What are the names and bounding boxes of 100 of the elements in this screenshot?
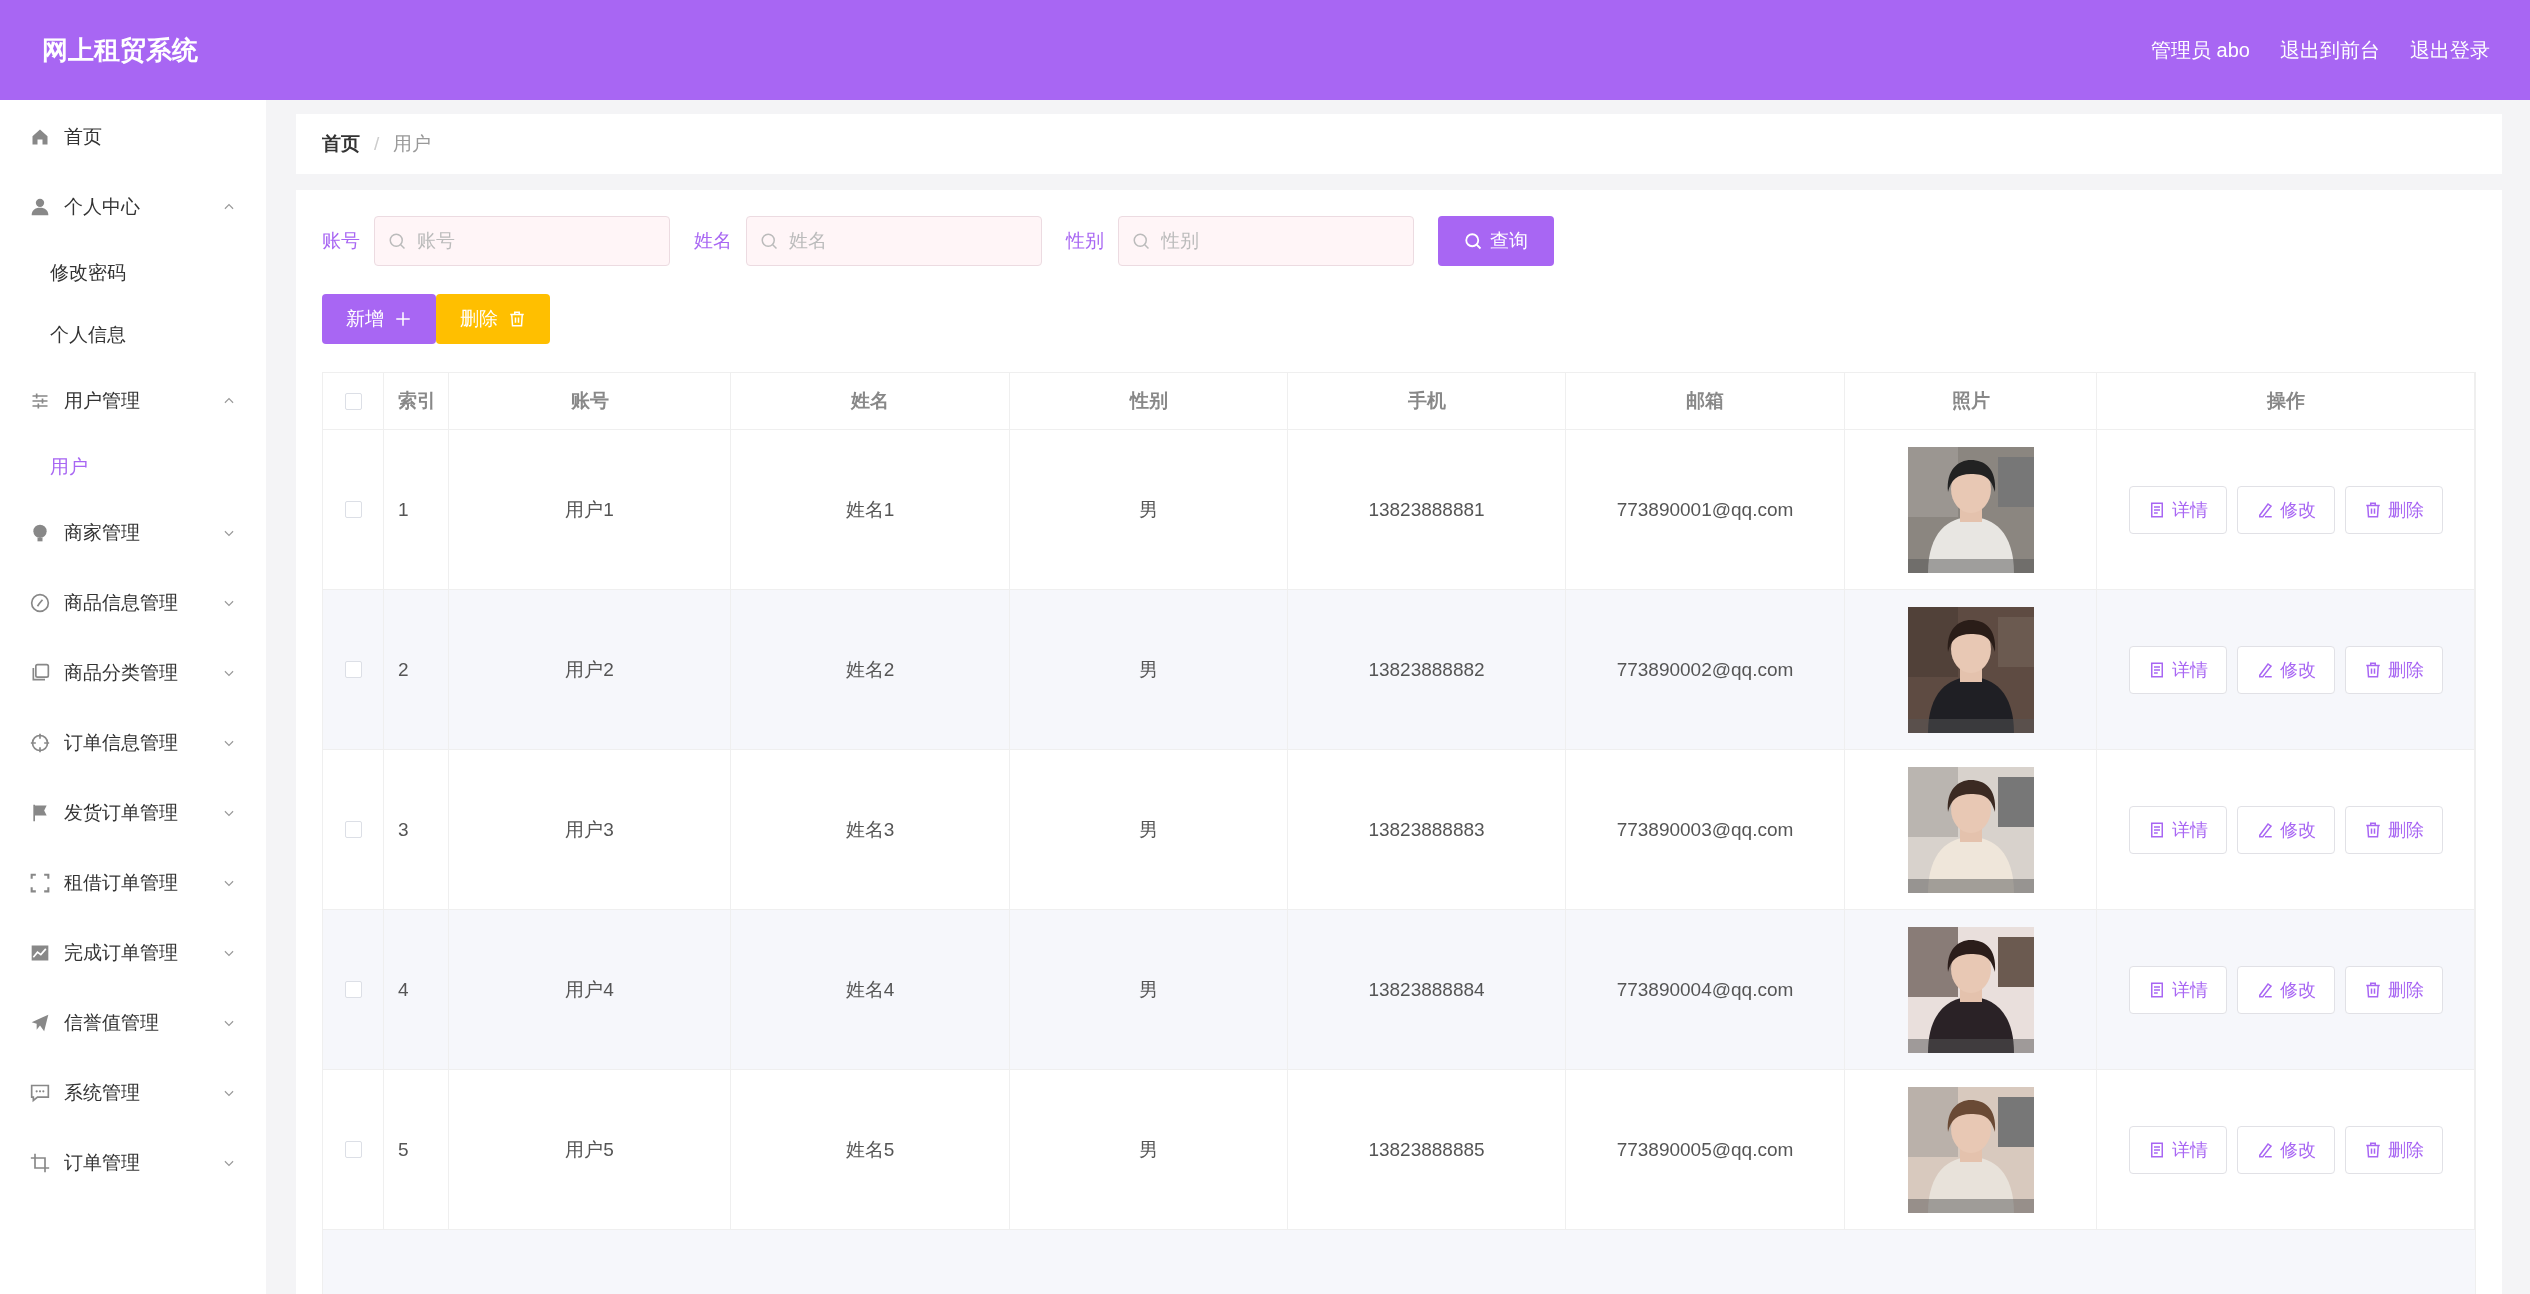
menu-item[interactable]: 租借订单管理: [0, 848, 266, 918]
menu-item[interactable]: 订单管理: [0, 1128, 266, 1198]
search-field[interactable]: 账号: [374, 216, 670, 266]
checkbox[interactable]: [344, 1141, 362, 1158]
delete-button[interactable]: 删除: [2344, 485, 2443, 534]
details-button[interactable]: 详情: [2128, 805, 2227, 854]
field-label: 性别: [1066, 229, 1104, 253]
chart-icon: [30, 943, 50, 963]
edit-button[interactable]: 修改: [2236, 805, 2335, 854]
menu-label: 租借订单管理: [64, 871, 179, 895]
delete-button[interactable]: 删除: [2344, 645, 2443, 694]
menu-label: 商家管理: [64, 521, 141, 545]
checkbox[interactable]: [344, 981, 362, 998]
menu-label: 个人中心: [64, 195, 141, 219]
menu-item[interactable]: 商品分类管理: [0, 638, 266, 708]
sliders-icon: [30, 391, 50, 411]
submenu-item[interactable]: 用户: [0, 436, 266, 498]
breadcrumb-current: 用户: [393, 132, 432, 156]
menu-item[interactable]: 完成订单管理: [0, 918, 266, 988]
delete-button[interactable]: 删除: [2344, 1125, 2443, 1174]
column-header: 手机: [1288, 373, 1566, 430]
table-cell: 4: [384, 910, 449, 1070]
header-link[interactable]: 退出登录: [2410, 36, 2490, 64]
chat-icon: [30, 1083, 50, 1103]
menu-label: 首页: [64, 125, 103, 149]
breadcrumb-separator: /: [374, 133, 380, 155]
edit-button[interactable]: 修改: [2236, 485, 2335, 534]
table-cell: 姓名4: [731, 910, 1010, 1070]
menu-item[interactable]: 订单信息管理: [0, 708, 266, 778]
header-link[interactable]: 退出到前台: [2280, 36, 2380, 64]
trash-icon: [2363, 660, 2382, 679]
edit-button[interactable]: 修改: [2236, 965, 2335, 1014]
search-icon: [760, 232, 778, 250]
user-icon: [30, 197, 50, 217]
trash-icon: [2363, 500, 2382, 519]
details-button[interactable]: 详情: [2128, 1125, 2227, 1174]
menu-item[interactable]: 系统管理: [0, 1058, 266, 1128]
crop-icon: [30, 1153, 50, 1173]
crosshair-icon: [30, 733, 50, 753]
add-button[interactable]: 新增: [322, 294, 436, 344]
table-cell: 用户2: [449, 590, 731, 750]
edit-button[interactable]: 修改: [2236, 1125, 2335, 1174]
table-cell: 773890002@qq.com: [1566, 590, 1845, 750]
delete-button[interactable]: 删除: [2344, 805, 2443, 854]
table-cell: 男: [1010, 590, 1288, 750]
menu-label: 商品信息管理: [64, 591, 179, 615]
menu-label: 系统管理: [64, 1081, 141, 1105]
edit-button[interactable]: 修改: [2236, 645, 2335, 694]
frame-icon: [30, 873, 50, 893]
search-field[interactable]: 性别: [1118, 216, 1414, 266]
table-cell: 男: [1010, 910, 1288, 1070]
trash-icon: [508, 310, 526, 328]
bulb-icon: [30, 523, 50, 543]
flag-icon: [30, 803, 50, 823]
field-label: 账号: [322, 229, 360, 253]
column-header: 操作: [2097, 373, 2475, 430]
submenu-item[interactable]: 个人信息: [0, 304, 266, 366]
table-cell: 13823888882: [1288, 590, 1566, 750]
menu-item[interactable]: 首页: [0, 102, 266, 172]
column-header: 账号: [449, 373, 731, 430]
search-field[interactable]: 姓名: [746, 216, 1042, 266]
details-button[interactable]: 详情: [2128, 965, 2227, 1014]
menu-label: 发货订单管理: [64, 801, 179, 825]
column-header: 姓名: [731, 373, 1010, 430]
details-button[interactable]: 详情: [2128, 485, 2227, 534]
submenu-item[interactable]: 修改密码: [0, 242, 266, 304]
checkbox[interactable]: [344, 392, 362, 410]
menu-label: 用户管理: [64, 389, 141, 413]
menu-item[interactable]: 个人中心: [0, 172, 266, 242]
trash-icon: [2363, 980, 2382, 999]
search-icon: [388, 232, 406, 250]
details-button[interactable]: 详情: [2128, 645, 2227, 694]
checkbox[interactable]: [344, 821, 362, 838]
copy-icon: [30, 663, 50, 683]
menu-item[interactable]: 发货订单管理: [0, 778, 266, 848]
menu-item[interactable]: 信誉值管理: [0, 988, 266, 1058]
checkbox[interactable]: [344, 661, 362, 678]
column-header: 邮箱: [1566, 373, 1845, 430]
trash-icon: [2363, 820, 2382, 839]
menu-item[interactable]: 商家管理: [0, 498, 266, 568]
menu-label: 订单信息管理: [64, 731, 179, 755]
menu-label: 信誉值管理: [64, 1011, 160, 1035]
menu-label: 订单管理: [64, 1151, 141, 1175]
menu-label: 完成订单管理: [64, 941, 179, 965]
menu-item[interactable]: 商品信息管理: [0, 568, 266, 638]
trash-icon: [2363, 1140, 2382, 1159]
menu-label: 商品分类管理: [64, 661, 179, 685]
checkbox[interactable]: [344, 501, 362, 518]
home-icon: [30, 127, 50, 147]
column-header: 照片: [1845, 373, 2097, 430]
menu-item[interactable]: 用户管理: [0, 366, 266, 436]
paper-plane-icon: [30, 1013, 50, 1033]
table-cell: 姓名2: [731, 590, 1010, 750]
table-cell: 773890004@qq.com: [1566, 910, 1845, 1070]
search-icon: [1132, 232, 1150, 250]
table-cell: 用户4: [449, 910, 731, 1070]
delete-button[interactable]: 删除: [2344, 965, 2443, 1014]
plus-icon: [394, 310, 412, 328]
breadcrumb-link[interactable]: 首页: [322, 131, 360, 157]
search-button[interactable]: 查询: [1438, 216, 1554, 266]
